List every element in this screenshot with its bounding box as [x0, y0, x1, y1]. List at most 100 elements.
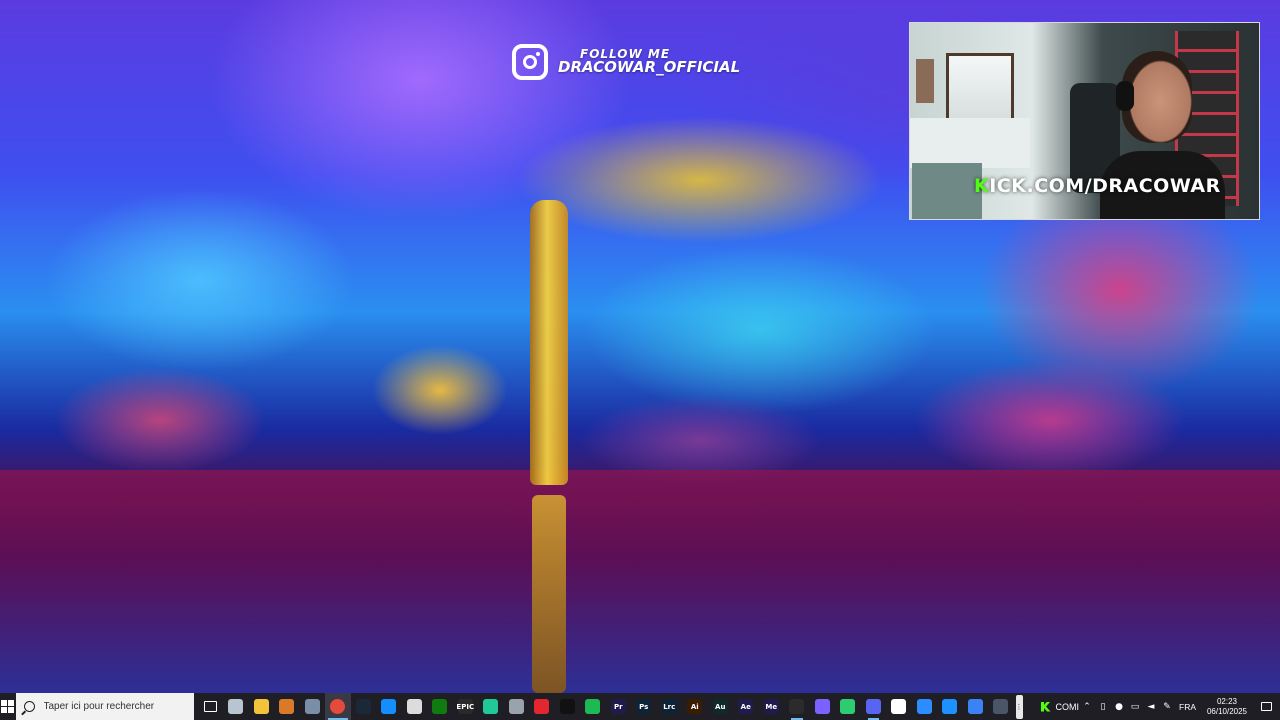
start-button[interactable]: [0, 693, 16, 720]
after-effects-icon: Ae: [738, 699, 754, 714]
illustrator-icon: Ai: [687, 699, 703, 714]
taskbar-app-battlenet[interactable]: [376, 693, 402, 720]
webcam-room-poster: [916, 59, 934, 103]
epic-games-icon: EPIC: [456, 699, 474, 714]
taskbar-app-app-blue2[interactable]: [937, 693, 963, 720]
taskbar-app-app-green[interactable]: [478, 693, 504, 720]
system-tray: ⌃ ▯ ● ▭ ◄ ✎ FRA 02:23 06/10/2025: [1079, 693, 1280, 720]
search-input[interactable]: [43, 701, 194, 712]
spotify-icon: [585, 699, 601, 714]
obs-icon: [789, 699, 805, 714]
taskbar-app-epic-games[interactable]: EPIC: [453, 693, 479, 720]
xbox-icon: [432, 699, 448, 714]
pen-icon[interactable]: ✎: [1159, 693, 1175, 720]
app-network-icon: [304, 699, 320, 714]
app-red-icon: [534, 699, 550, 714]
taskbar-app-capcut[interactable]: [555, 693, 581, 720]
taskbar-app-steam[interactable]: [351, 693, 377, 720]
wallpaper-pillar-reflection: [532, 495, 566, 693]
taskbar-search[interactable]: [15, 693, 194, 720]
lightroom-icon: Lrc: [661, 699, 677, 714]
notification-icon: [1260, 702, 1272, 711]
app-purple-icon: [814, 699, 830, 714]
audition-icon: Au: [712, 699, 728, 714]
chevron-up-icon[interactable]: ⌃: [1079, 693, 1095, 720]
wallpaper-water: [0, 470, 1280, 693]
taskbar-app-obs[interactable]: [784, 693, 810, 720]
app-blue2-icon: [942, 699, 958, 714]
windows-logo-icon: [1, 700, 15, 713]
microphone-icon[interactable]: ●: [1111, 693, 1127, 720]
wallpaper-pillar: [530, 200, 568, 485]
action-center-button[interactable]: [1252, 693, 1280, 720]
taskbar-app-photoshop[interactable]: Ps: [631, 693, 657, 720]
taskbar-app-illustrator[interactable]: Ai: [682, 693, 708, 720]
webcam-room-box: [912, 163, 982, 219]
taskbar-app-app-gray[interactable]: [504, 693, 530, 720]
search-icon: [23, 701, 35, 712]
taskbar-app-app-blue[interactable]: [912, 693, 938, 720]
instagram-handle: DRACOWAR_OFFICIAL: [558, 58, 741, 77]
kick-channel-url: ICK.COM/DRACOWAR: [989, 175, 1221, 197]
taskbar-pinned-apps: EPIC Pr Ps Lrc Ai Au Ae Me: [198, 693, 1014, 720]
taskbar-app-after-effects[interactable]: Ae: [733, 693, 759, 720]
follow-me-overlay: FOLLOW ME DRACOWAR_OFFICIAL: [512, 44, 740, 80]
taskbar-app-app-network[interactable]: [300, 693, 326, 720]
photoshop-icon: Ps: [636, 699, 652, 714]
ubisoft-icon: [406, 699, 422, 714]
premiere-icon: Pr: [610, 699, 626, 714]
webcam-room-desk: [910, 118, 1030, 168]
volume-icon[interactable]: ◄: [1143, 693, 1159, 720]
app-settings-alt-icon: [279, 699, 295, 714]
taskbar: EPIC Pr Ps Lrc Ai Au Ae Me ⋮ COMI ⌃ ▯ ● ▭ ◄ ✎ F…: [0, 693, 1280, 720]
app-arc-icon: [993, 699, 1009, 714]
capcut-icon: [559, 699, 575, 714]
taskbar-app-app-arc[interactable]: [988, 693, 1014, 720]
taskbar-app-premiere[interactable]: Pr: [606, 693, 632, 720]
follow-me-text: FOLLOW ME DRACOWAR_OFFICIAL: [558, 48, 740, 76]
app-blue3-icon: [967, 699, 983, 714]
app-green2-icon: [840, 699, 856, 714]
media-encoder-icon: Me: [763, 699, 779, 714]
taskbar-app-windows-explorer-old[interactable]: [223, 693, 249, 720]
app-gray-icon: [508, 699, 524, 714]
taskbar-app-app-settings-alt[interactable]: [274, 693, 300, 720]
clock-time: 02:23: [1216, 696, 1238, 706]
taskbar-app-task-view[interactable]: [198, 693, 224, 720]
kick-tray-label: COMI: [1055, 701, 1080, 712]
taskbar-app-app-red[interactable]: [529, 693, 555, 720]
battlenet-icon: [381, 699, 397, 714]
windows-explorer-old-icon: [228, 699, 244, 714]
app-arrow-icon: [891, 699, 907, 714]
kick-icon: [1040, 701, 1051, 712]
file-explorer-icon: [253, 699, 269, 714]
taskbar-app-xbox[interactable]: [427, 693, 453, 720]
chrome-icon: [330, 699, 346, 714]
taskbar-app-app-blue3[interactable]: [963, 693, 989, 720]
taskbar-app-chrome[interactable]: [325, 693, 351, 720]
device-icon[interactable]: ▯: [1095, 693, 1111, 720]
language-indicator[interactable]: FRA: [1179, 702, 1196, 712]
webcam-overlay: KICK.COM/DRACOWAR: [909, 22, 1260, 220]
taskbar-app-ubisoft[interactable]: [402, 693, 428, 720]
taskbar-app-media-encoder[interactable]: Me: [759, 693, 785, 720]
kick-tray-app[interactable]: COMI: [1040, 701, 1080, 712]
taskbar-app-app-purple[interactable]: [810, 693, 836, 720]
taskbar-app-discord[interactable]: [861, 693, 887, 720]
taskbar-clock[interactable]: 02:23 06/10/2025: [1202, 697, 1252, 717]
taskbar-app-app-arrow[interactable]: [886, 693, 912, 720]
kick-logo-letter: K: [974, 175, 990, 197]
clock-date: 06/10/2025: [1206, 706, 1248, 716]
discord-icon: [865, 699, 881, 714]
taskbar-overflow-button[interactable]: ⋮: [1015, 694, 1023, 719]
task-view-icon: [203, 701, 217, 712]
taskbar-app-file-explorer[interactable]: [249, 693, 275, 720]
taskbar-app-audition[interactable]: Au: [708, 693, 734, 720]
steam-icon: [355, 699, 371, 714]
taskbar-app-spotify[interactable]: [580, 693, 606, 720]
app-blue-icon: [916, 699, 932, 714]
taskbar-app-app-green2[interactable]: [835, 693, 861, 720]
taskbar-app-lightroom[interactable]: Lrc: [657, 693, 683, 720]
network-icon[interactable]: ▭: [1127, 693, 1143, 720]
kick-channel-label: KICK.COM/DRACOWAR: [974, 175, 1221, 197]
